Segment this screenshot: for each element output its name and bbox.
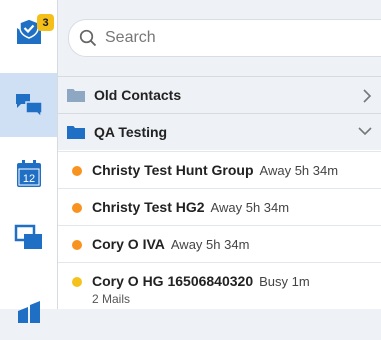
contacts-panel: Old Contacts QA Testing Christy Test Hun… (58, 0, 381, 309)
presence-away-dot (72, 166, 82, 176)
presence-away-dot (72, 240, 82, 250)
group-old-contacts[interactable]: Old Contacts (58, 76, 381, 113)
search-box[interactable] (68, 19, 381, 57)
search-icon (79, 29, 97, 47)
contact-name: Cory O IVA (92, 236, 165, 252)
search-area (58, 0, 381, 76)
screens-icon (14, 224, 42, 249)
presence-busy-dot (72, 277, 82, 287)
contact-row[interactable]: Cory O IVA Away 5h 34m (58, 225, 381, 262)
contact-name-line: Christy Test Hunt Group Away 5h 34m (92, 162, 338, 178)
calendar-day-label: 12 (22, 173, 34, 185)
contact-name: Christy Test Hunt Group (92, 162, 254, 178)
contact-row[interactable]: Cory O HG 16506840320 Busy 1m 2 Mails (58, 262, 381, 309)
contact-status: Away 5h 34m (259, 163, 339, 178)
presence-away-dot (72, 203, 82, 213)
search-input[interactable] (103, 28, 347, 48)
group-label: Old Contacts (94, 87, 182, 103)
group-label: QA Testing (94, 124, 168, 140)
left-nav-rail: 3 12 (0, 0, 58, 323)
rail-screens-button[interactable] (0, 206, 57, 270)
group-qa-testing[interactable]: QA Testing (58, 113, 381, 150)
contact-name-line: Cory O IVA Away 5h 34m (92, 236, 249, 252)
contact-row[interactable]: Christy Test Hunt Group Away 5h 34m (58, 151, 381, 188)
rail-calendar-button[interactable]: 12 (0, 142, 57, 206)
building-icon (17, 301, 40, 323)
contact-name: Cory O HG 16506840320 (92, 273, 254, 289)
folder-open-icon (67, 125, 85, 139)
contact-name: Christy Test HG2 (92, 199, 205, 215)
contact-name-line: Christy Test HG2 Away 5h 34m (92, 199, 289, 215)
contact-name-line: Cory O HG 16506840320 Busy 1m (92, 273, 310, 289)
chevron-right-icon[interactable] (362, 89, 372, 103)
folder-icon (67, 88, 85, 102)
contact-row[interactable]: Christy Test HG2 Away 5h 34m (58, 188, 381, 225)
chat-icon (15, 94, 43, 119)
contact-status: Busy 1m (259, 274, 310, 289)
tasks-count-badge: 3 (37, 14, 54, 31)
rail-directory-button[interactable] (0, 276, 57, 340)
calendar-icon: 12 (16, 160, 41, 187)
chevron-down-icon[interactable] (358, 126, 372, 136)
rail-tasks-button[interactable]: 3 (0, 0, 57, 64)
rail-chat-button[interactable] (0, 73, 57, 137)
contact-status: Away 5h 34m (170, 237, 250, 252)
contact-mail-count: 2 Mails (92, 292, 131, 306)
contact-status: Away 5h 34m (210, 200, 290, 215)
